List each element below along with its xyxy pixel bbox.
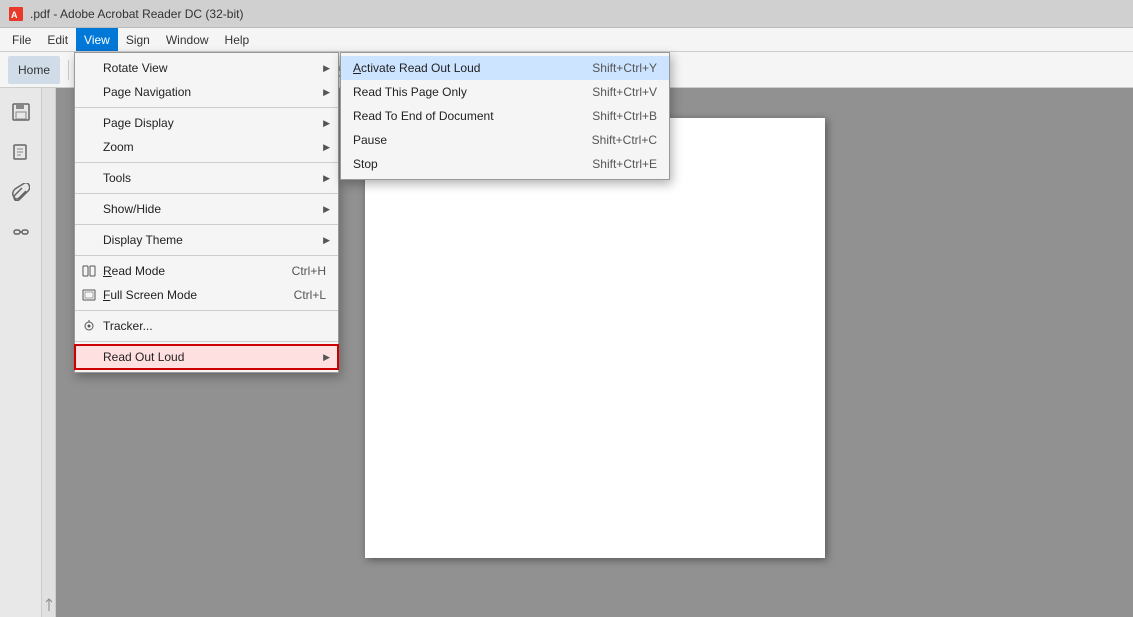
menu-rotate-view[interactable]: Rotate View xyxy=(75,56,338,80)
menu-show-hide[interactable]: Show/Hide xyxy=(75,197,338,221)
pdf-page xyxy=(365,118,825,558)
menu-tools[interactable]: Tools xyxy=(75,166,338,190)
menu-edit[interactable]: Edit xyxy=(39,28,76,51)
submenu-pause[interactable]: Pause Shift+Ctrl+C xyxy=(341,128,669,152)
menu-zoom[interactable]: Zoom xyxy=(75,135,338,159)
sep-1 xyxy=(75,107,338,108)
view-menu: Rotate View Page Navigation Page Display… xyxy=(74,52,339,373)
menu-tracker[interactable]: Tracker... xyxy=(75,314,338,338)
sidebar-attach-btn[interactable] xyxy=(5,176,37,208)
menu-display-theme[interactable]: Display Theme xyxy=(75,228,338,252)
menu-page-navigation[interactable]: Page Navigation xyxy=(75,80,338,104)
sep-3 xyxy=(75,193,338,194)
submenu-read-page[interactable]: Read This Page Only Shift+Ctrl+V xyxy=(341,80,669,104)
menu-file[interactable]: File xyxy=(4,28,39,51)
sep-7 xyxy=(75,341,338,342)
tracker-icon xyxy=(81,318,97,334)
menu-full-screen[interactable]: Full Screen Mode Ctrl+L xyxy=(75,283,338,307)
window-title: .pdf - Adobe Acrobat Reader DC (32-bit) xyxy=(30,7,243,21)
app-icon: A xyxy=(8,6,24,22)
sep-4 xyxy=(75,224,338,225)
sep-2 xyxy=(75,162,338,163)
scroll-left-indicator[interactable] xyxy=(42,88,56,617)
menu-read-out-loud[interactable]: Read Out Loud xyxy=(75,345,338,369)
submenu-read-end[interactable]: Read To End of Document Shift+Ctrl+B xyxy=(341,104,669,128)
menu-window[interactable]: Window xyxy=(158,28,217,51)
menu-view[interactable]: View xyxy=(76,28,118,51)
menu-bar: File Edit View Sign Window Help xyxy=(0,28,1133,52)
sidebar-link-btn[interactable] xyxy=(5,216,37,248)
sep-6 xyxy=(75,310,338,311)
submenu-activate[interactable]: Activate Read Out Loud Shift+Ctrl+Y xyxy=(341,56,669,80)
svg-text:A: A xyxy=(11,10,18,20)
home-button[interactable]: Home xyxy=(8,56,60,84)
read-out-loud-submenu: Activate Read Out Loud Shift+Ctrl+Y Read… xyxy=(340,52,670,180)
menu-page-display[interactable]: Page Display xyxy=(75,111,338,135)
full-screen-icon xyxy=(81,287,97,303)
toolbar-sep-1 xyxy=(68,60,69,80)
read-mode-icon xyxy=(81,263,97,279)
submenu-stop[interactable]: Stop Shift+Ctrl+E xyxy=(341,152,669,176)
left-sidebar xyxy=(0,88,42,617)
menu-help[interactable]: Help xyxy=(217,28,258,51)
menu-read-mode[interactable]: Read Mode Ctrl+H xyxy=(75,259,338,283)
sep-5 xyxy=(75,255,338,256)
title-bar: A .pdf - Adobe Acrobat Reader DC (32-bit… xyxy=(0,0,1133,28)
sidebar-pages-btn[interactable] xyxy=(5,136,37,168)
menu-sign[interactable]: Sign xyxy=(118,28,158,51)
sidebar-save-btn[interactable] xyxy=(5,96,37,128)
